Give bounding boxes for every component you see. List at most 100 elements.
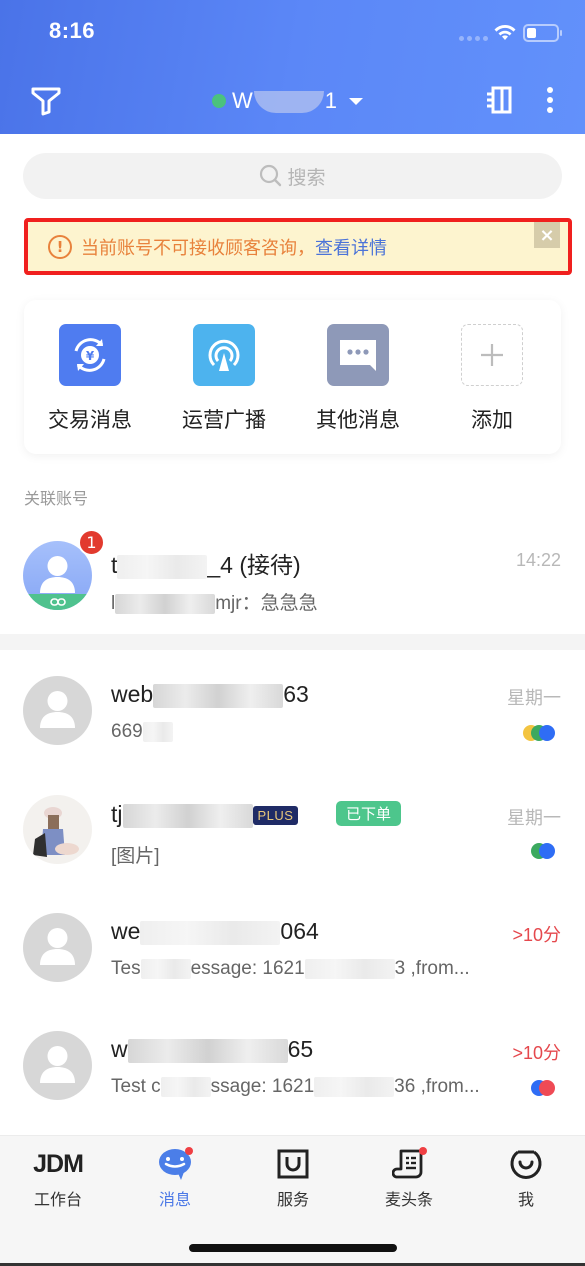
- search-input[interactable]: 搜索: [23, 153, 562, 199]
- section-label-linked: 关联账号: [24, 489, 89, 508]
- conversation-name: web 63: [111, 681, 309, 708]
- online-status-dot: [212, 94, 226, 108]
- tab-label: 工作台: [33, 1190, 82, 1209]
- conversation-time: 星期一: [507, 688, 561, 708]
- battery-icon: [523, 24, 562, 42]
- shortcut-label: 运营广播: [182, 408, 266, 432]
- tab-news[interactable]: 麦头条: [359, 1146, 459, 1210]
- conversation-time: 星期一: [507, 808, 561, 828]
- channel-indicators: [531, 843, 555, 859]
- notification-dot: [419, 1147, 427, 1155]
- redacted-text: [127, 1038, 288, 1063]
- linked-account-row[interactable]: 1 t _4 (接待) l mjr：急急急 14:22: [0, 529, 585, 630]
- conversation-row[interactable]: tj PLUS [图片] 星期一: [0, 790, 585, 890]
- avatar: [23, 795, 92, 864]
- redacted-text: [140, 920, 281, 945]
- account-switcher[interactable]: W1: [212, 86, 364, 116]
- tab-label: 消息: [158, 1190, 191, 1209]
- conversation-time: >10分: [512, 1043, 561, 1063]
- person-icon: [40, 1046, 75, 1083]
- message-icon: [327, 324, 389, 386]
- redacted-text: [142, 721, 173, 742]
- avatar: [23, 676, 92, 745]
- news-scroll-icon: [389, 1146, 429, 1182]
- channel-dot: [539, 843, 555, 859]
- redacted-text: [153, 683, 284, 708]
- avatar: [23, 913, 92, 982]
- tab-label: 服务: [276, 1190, 309, 1209]
- search-placeholder: 搜索: [287, 166, 326, 189]
- tab-messages[interactable]: 消息: [125, 1146, 225, 1210]
- cellular-signal-icon: [459, 36, 488, 41]
- search-icon: [260, 164, 282, 187]
- channel-dot: [539, 1080, 555, 1096]
- order-placed-tag: 已下单: [336, 801, 402, 826]
- shortcut-label: 添加: [471, 408, 513, 432]
- conversation-row[interactable]: we 064 Tes essage: 1621 3 ,from... >10分: [0, 910, 585, 1010]
- close-icon[interactable]: ×: [534, 222, 560, 248]
- conversation-preview: Test c ssage: 1621 36 ,from...: [111, 1076, 480, 1097]
- redacted-text: [314, 1076, 395, 1097]
- tab-me[interactable]: 我: [476, 1146, 576, 1210]
- redacted-text: [117, 554, 208, 579]
- more-vertical-icon[interactable]: [540, 84, 560, 116]
- conversation-row[interactable]: web 63 669 星期一: [0, 670, 585, 770]
- home-indicator[interactable]: [189, 1244, 397, 1252]
- account-name: W1: [232, 88, 338, 114]
- notification-dot: [185, 1147, 193, 1155]
- section-divider: [0, 634, 585, 650]
- link-icon: [23, 594, 92, 610]
- warning-icon: !: [48, 235, 72, 259]
- plus-member-badge: PLUS: [252, 806, 299, 826]
- avatar: [23, 1031, 92, 1100]
- conversation-name: t _4 (接待): [111, 552, 301, 579]
- service-bag-icon: [273, 1146, 313, 1182]
- jdm-logo-icon: JDM: [33, 1149, 84, 1178]
- tab-label: 麦头条: [384, 1190, 433, 1209]
- redacted-text: [304, 958, 395, 979]
- shortcut-transaction[interactable]: ¥ 交易消息: [35, 324, 145, 434]
- shortcut-label: 其他消息: [316, 408, 400, 432]
- conversation-preview: Tes essage: 1621 3 ,from...: [111, 958, 470, 979]
- conversation-name: we 064: [111, 918, 319, 945]
- tab-label: 我: [517, 1190, 534, 1209]
- conversation-name: tj PLUS: [111, 801, 299, 828]
- conversation-time: 14:22: [515, 550, 561, 570]
- plus-icon: [461, 324, 523, 386]
- broadcast-icon: [193, 324, 255, 386]
- channel-dot: [539, 725, 555, 741]
- person-icon: [40, 691, 75, 728]
- chat-bubble-icon: [155, 1146, 195, 1182]
- alert-banner: ! 当前账号不可接收顾客咨询， 查看详情: [28, 222, 568, 272]
- profile-smile-icon: [506, 1146, 546, 1182]
- view-details-link[interactable]: 查看详情: [315, 234, 387, 260]
- alert-message: 当前账号不可接收顾客咨询，: [81, 238, 315, 259]
- redacted-text: [140, 958, 191, 979]
- channel-indicators: [531, 1080, 555, 1096]
- person-icon: [40, 928, 75, 965]
- redacted-text: [122, 803, 253, 828]
- app-header: 8:16 W1: [0, 0, 585, 134]
- conversation-name: w 65: [111, 1036, 314, 1063]
- tab-workbench[interactable]: JDM 工作台: [8, 1146, 108, 1210]
- user-illustration-icon: [33, 807, 79, 857]
- conversation-time: >10分: [512, 925, 561, 945]
- transaction-icon: ¥: [59, 324, 121, 386]
- conversation-preview: [图片]: [111, 846, 160, 867]
- conversation-row[interactable]: w 65 Test c ssage: 1621 36 ,from... >10分: [0, 1028, 585, 1128]
- unread-badge: 1: [78, 529, 105, 556]
- shortcut-other[interactable]: 其他消息: [303, 324, 413, 434]
- redacted-text: [160, 1076, 211, 1097]
- channel-indicators: [523, 725, 555, 741]
- shortcut-broadcast[interactable]: 运营广播: [169, 324, 279, 434]
- svg-text:¥: ¥: [86, 349, 95, 363]
- redacted-text: [115, 593, 216, 614]
- shortcut-label: 交易消息: [48, 408, 132, 432]
- shortcut-add[interactable]: 添加: [437, 324, 547, 434]
- shortcuts-card: ¥ 交易消息 运营广播 其他消息 添加: [24, 300, 561, 454]
- contacts-icon[interactable]: [486, 86, 512, 114]
- filter-icon[interactable]: [30, 84, 62, 116]
- conversation-preview: l mjr：急急急: [111, 593, 318, 614]
- status-time: 8:16: [49, 18, 96, 43]
- tab-service[interactable]: 服务: [243, 1146, 343, 1210]
